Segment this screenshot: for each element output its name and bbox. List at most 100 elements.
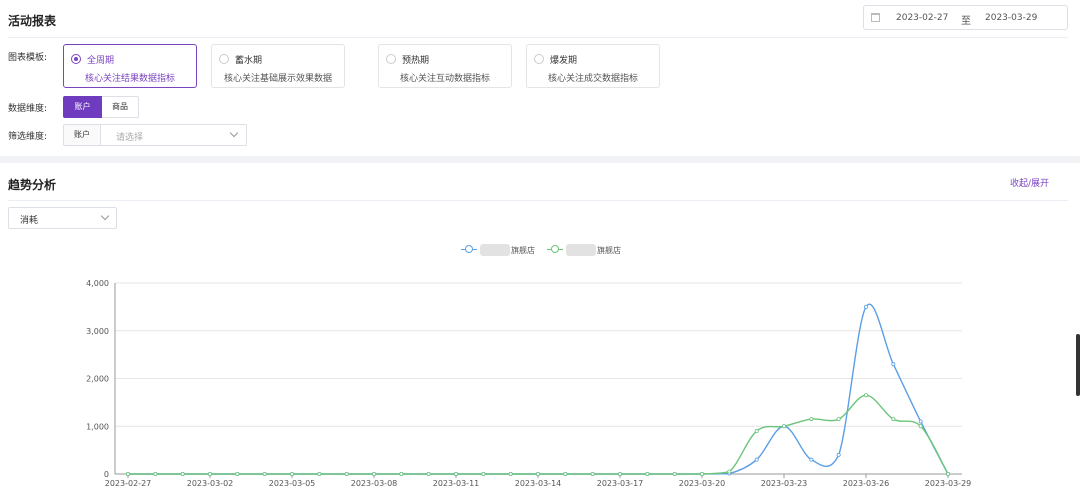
series-point xyxy=(180,471,185,476)
filter-select[interactable]: 请选择 xyxy=(101,124,247,146)
template-name: 蓄水期 xyxy=(235,56,263,66)
legend-circle-icon xyxy=(551,245,559,253)
series-point xyxy=(754,457,759,462)
series-line-1 xyxy=(128,303,949,475)
template-label: 图表模板: xyxy=(8,53,48,63)
series-point xyxy=(508,471,513,476)
series-point xyxy=(700,471,705,476)
template-desc: 核心关注基础展示效果数据 xyxy=(223,74,332,84)
redacted-name xyxy=(566,244,596,256)
y-tick-label: 3,000 xyxy=(86,327,109,336)
x-tick-label: 2023-03-23 xyxy=(761,479,808,488)
series-point xyxy=(262,471,267,476)
x-tick-label: 2023-03-20 xyxy=(679,479,726,488)
series-point xyxy=(809,417,814,422)
redacted-name xyxy=(480,244,510,256)
series-point xyxy=(453,471,458,476)
filter-prefix: 账户 xyxy=(63,124,101,146)
series-point xyxy=(946,471,951,476)
series-point xyxy=(891,417,896,422)
trend-title: 趋势分析 xyxy=(8,178,57,192)
x-tick-label: 2023-03-26 xyxy=(843,479,890,488)
series-point xyxy=(918,424,923,429)
metric-select[interactable]: 消耗 xyxy=(8,207,117,229)
series-point xyxy=(754,429,759,434)
date-separator: 至 xyxy=(961,16,971,27)
trend-divider xyxy=(8,200,1068,201)
header-divider xyxy=(8,37,1068,38)
series-point xyxy=(536,471,541,476)
template-desc: 核心关注结果数据指标 xyxy=(84,74,175,84)
chevron-down-icon xyxy=(100,211,110,221)
metric-selected-value: 消耗 xyxy=(20,216,39,226)
radio-icon[interactable] xyxy=(386,54,396,64)
filter-select-placeholder: 请选择 xyxy=(116,133,144,143)
x-tick-label: 2023-03-14 xyxy=(515,479,562,488)
series-point xyxy=(672,471,677,476)
series-point xyxy=(782,424,787,429)
series-point xyxy=(645,471,650,476)
x-tick-label: 2023-02-27 xyxy=(105,479,152,488)
legend-label: 旗舰店 xyxy=(597,246,621,255)
series-point xyxy=(126,471,131,476)
legend-circle-icon xyxy=(465,245,473,253)
template-card-burst[interactable]: 爆发期 核心关注成交数据指标 xyxy=(526,44,660,88)
y-tick-label: 4,000 xyxy=(86,279,109,288)
series-point xyxy=(864,304,869,309)
page-title: 活动报表 xyxy=(8,14,57,28)
x-tick-label: 2023-03-17 xyxy=(597,479,644,488)
dimension-account-button[interactable]: 账户 xyxy=(63,96,102,118)
radio-icon[interactable] xyxy=(534,54,544,64)
legend-label: 旗舰店 xyxy=(511,246,535,255)
series-point xyxy=(618,471,623,476)
series-point xyxy=(891,362,896,367)
x-tick-label: 2023-03-08 xyxy=(351,479,398,488)
template-name: 爆发期 xyxy=(550,56,578,66)
x-tick-label: 2023-03-29 xyxy=(925,479,972,488)
series-point xyxy=(235,471,240,476)
date-range-picker[interactable]: 2023-02-27 至 2023-03-29 xyxy=(863,5,1068,30)
template-desc: 核心关注互动数据指标 xyxy=(399,74,490,84)
radio-selected-icon[interactable] xyxy=(71,54,81,64)
series-point xyxy=(590,471,595,476)
series-point xyxy=(317,471,322,476)
filter-label: 筛选维度: xyxy=(8,132,48,142)
series-point xyxy=(289,471,294,476)
series-point xyxy=(481,471,486,476)
series-point xyxy=(153,471,158,476)
series-point xyxy=(836,417,841,422)
series-point xyxy=(727,469,732,474)
calendar-icon xyxy=(871,13,880,22)
scrollbar-thumb[interactable] xyxy=(1076,334,1080,396)
trend-line-chart: 0 1,000 2,000 3,000 4,000 2023-02-27 2023-03-0… xyxy=(86,279,972,488)
y-tick-label: 1,000 xyxy=(86,422,109,431)
collapse-expand-link[interactable]: 收起/展开 xyxy=(1010,176,1049,189)
end-date[interactable]: 2023-03-29 xyxy=(985,13,1037,23)
series-line-2 xyxy=(128,394,949,475)
template-card-warmup[interactable]: 预热期 核心关注互动数据指标 xyxy=(378,44,512,88)
template-card-full-cycle[interactable]: 全周期 核心关注结果数据指标 xyxy=(63,44,197,88)
template-name: 全周期 xyxy=(87,56,115,66)
template-name: 预热期 xyxy=(402,56,430,66)
series-point xyxy=(426,471,431,476)
y-tick-label: 2,000 xyxy=(86,375,109,384)
radio-icon[interactable] xyxy=(219,54,229,64)
template-card-reservoir[interactable]: 蓄水期 核心关注基础展示效果数据 xyxy=(211,44,345,88)
series-point xyxy=(563,471,568,476)
series-point xyxy=(918,419,923,424)
series-point xyxy=(836,452,841,457)
series-point xyxy=(344,471,349,476)
dimension-product-button[interactable]: 商品 xyxy=(102,96,139,118)
series-point xyxy=(864,393,869,398)
template-desc: 核心关注成交数据指标 xyxy=(547,74,638,84)
series-point xyxy=(809,457,814,462)
chevron-down-icon xyxy=(229,128,239,138)
series-point xyxy=(399,471,404,476)
series-point xyxy=(207,471,212,476)
x-tick-label: 2023-03-11 xyxy=(433,479,480,488)
series-point xyxy=(371,471,376,476)
y-tick-label: 0 xyxy=(104,470,109,479)
x-tick-label: 2023-03-05 xyxy=(269,479,316,488)
dimension-label: 数据维度: xyxy=(8,104,48,114)
start-date[interactable]: 2023-02-27 xyxy=(896,13,948,23)
